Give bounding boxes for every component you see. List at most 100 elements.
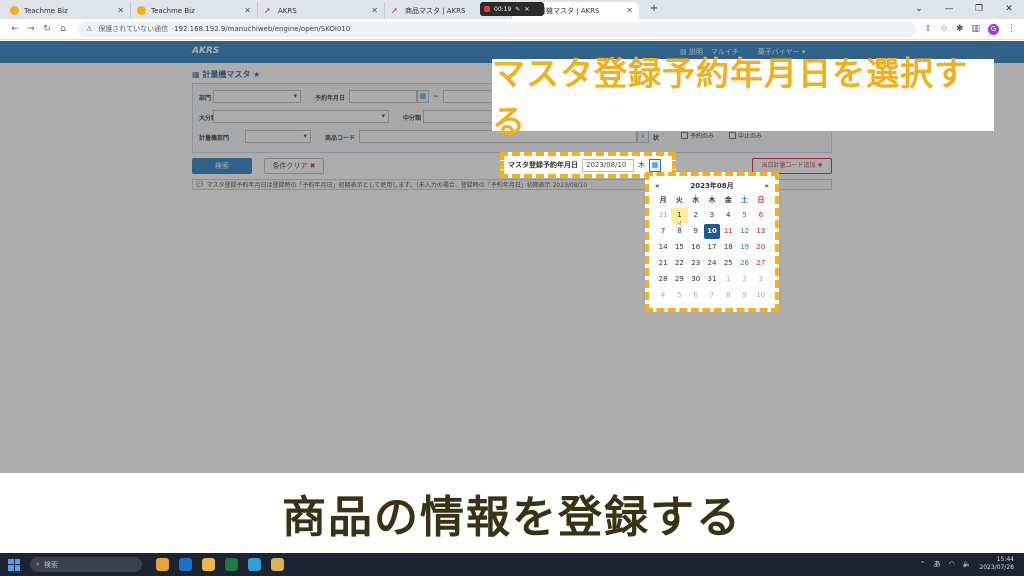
extensions-icon[interactable]: ✱ — [956, 24, 964, 34]
browser-tab[interactable]: Teachme Biz ✕ — [4, 2, 131, 19]
close-icon[interactable]: ✕ — [117, 6, 124, 15]
tab-title: Teachme Biz — [151, 6, 195, 15]
calendar-day[interactable]: 10 — [753, 288, 769, 303]
volume-icon[interactable]: 🔈 — [963, 560, 972, 568]
calendar-day[interactable]: 13 — [753, 224, 769, 239]
sidebar-icon[interactable]: ▥ — [971, 24, 980, 34]
calendar-day[interactable]: 22 — [671, 256, 687, 271]
minimize-icon[interactable]: — — [934, 0, 964, 19]
system-tray: ⌃ あ ◠ 🔈 15:44 2023/07/28 — [920, 556, 1014, 572]
chevron-down-icon[interactable]: ⌄ — [904, 0, 934, 19]
ime-indicator[interactable]: あ — [934, 559, 941, 569]
calendar-day[interactable]: 8 — [720, 288, 736, 303]
browser-tab[interactable]: Teachme Biz ✕ — [131, 2, 258, 19]
calendar-day[interactable]: 1 — [720, 272, 736, 287]
selected-day[interactable]: 10 — [703, 224, 721, 239]
window-controls: ⌄ — ❐ ✕ — [904, 0, 1024, 19]
calendar-day[interactable]: 20 — [753, 240, 769, 255]
url-field[interactable]: ⚠ 保護されていない通信 192.168.192.9/manuchiweb/en… — [78, 21, 917, 37]
tab-title: AKRS — [278, 6, 297, 15]
calendar-day[interactable]: 24 — [704, 256, 720, 271]
calendar-day[interactable]: 27 — [753, 256, 769, 271]
calendar-day[interactable]: 4 — [655, 288, 671, 303]
caption-banner: 商品の情報を登録する — [0, 473, 1024, 553]
calendar-day[interactable]: 15 — [671, 240, 687, 255]
calendar-day[interactable]: 18 — [720, 240, 736, 255]
calendar-day[interactable]: 3 — [753, 272, 769, 287]
calendar-day[interactable]: 7 — [655, 224, 671, 239]
calendar-day[interactable]: 5 — [736, 208, 752, 223]
taskbar: ⌕ 検索 ⌃ あ ◠ 🔈 15:44 2023/07/28 — [0, 553, 1024, 576]
clock[interactable]: 15:44 2023/07/28 — [979, 556, 1014, 572]
home-icon[interactable]: ⌂ — [56, 24, 70, 34]
pen-icon[interactable]: ✎ — [515, 6, 520, 13]
master-reserve-date-label: マスタ登録予約年月日 — [508, 161, 578, 169]
calendar-day[interactable]: 29 — [671, 272, 687, 287]
calendar-day[interactable]: 25 — [720, 256, 736, 271]
back-icon[interactable]: ← — [8, 24, 22, 34]
calendar-day[interactable]: 30 — [688, 272, 704, 287]
new-tab-icon[interactable]: + — [648, 3, 660, 15]
calendar-day[interactable]: 17 — [704, 240, 720, 255]
close-icon[interactable]: ✕ — [626, 6, 633, 15]
outlook-icon[interactable] — [179, 558, 192, 571]
calendar-day[interactable]: 26 — [736, 256, 752, 271]
prev-month-button[interactable]: « — [655, 182, 660, 190]
master-reserve-date-input[interactable]: 2023/08/10 — [582, 158, 634, 172]
hand-cursor-icon: ☝ — [676, 220, 683, 231]
calendar-day[interactable]: 28 — [655, 272, 671, 287]
url-text: 192.168.192.9/manuchiweb/engine/open/SKO… — [174, 25, 351, 33]
menu-icon[interactable]: ⋮ — [1007, 24, 1016, 34]
next-month-button[interactable]: » — [764, 182, 769, 190]
reload-icon[interactable]: ↻ — [40, 24, 54, 34]
weekday-header: 日 — [757, 196, 765, 204]
weekday-header: 水 — [692, 196, 700, 204]
recording-indicator[interactable]: 00:19 ✎ ✕ — [480, 2, 544, 16]
profile-avatar[interactable]: G — [988, 23, 999, 35]
calendar-day[interactable]: 16 — [688, 240, 704, 255]
forward-icon[interactable]: → — [24, 24, 38, 34]
calendar-day[interactable]: 9 — [736, 288, 752, 303]
calendar-day[interactable]: 19 — [736, 240, 752, 255]
calendar-day[interactable]: 21 — [655, 256, 671, 271]
browser-tab[interactable]: ➚ AKRS ✕ — [258, 2, 385, 19]
close-icon[interactable]: ✕ — [524, 6, 529, 13]
wifi-icon[interactable]: ◠ — [949, 560, 955, 568]
maximize-icon[interactable]: ❐ — [964, 0, 994, 19]
calendar-day[interactable]: 2 — [688, 208, 704, 223]
calendar-day[interactable]: 31 — [655, 208, 671, 223]
calendar-day[interactable]: 6 — [753, 208, 769, 223]
date-picker: « 2023年08月 » 月火水木金土日 31 1 2 3 4 5 6 7 8 9 10 11 12 13 1… — [645, 172, 779, 312]
close-icon[interactable]: ✕ — [371, 6, 378, 15]
calendar-day[interactable]: 9 — [688, 224, 704, 239]
taskbar-search[interactable]: ⌕ 検索 — [30, 557, 142, 572]
app-icon[interactable] — [271, 558, 284, 571]
warning-icon[interactable]: ⚠ — [86, 25, 92, 33]
chrome-icon[interactable] — [156, 558, 169, 571]
calendar-day[interactable]: 4 — [720, 208, 736, 223]
security-label: 保護されていない通信 — [98, 25, 169, 33]
excel-icon[interactable] — [225, 558, 238, 571]
calendar-day[interactable]: 7 — [704, 288, 720, 303]
calendar-icon[interactable]: ▦ — [649, 158, 661, 172]
calendar-day[interactable]: 5 — [671, 288, 687, 303]
calendar-day[interactable]: 14 — [655, 240, 671, 255]
windows-start-icon[interactable] — [8, 558, 20, 571]
calendar-day[interactable]: 23 — [688, 256, 704, 271]
instruction-callout: マスタ登録予約年月日を選択する — [492, 54, 994, 141]
close-icon[interactable]: ✕ — [244, 6, 251, 15]
browser-tab-bar: Teachme Biz ✕ Teachme Biz ✕ ➚ AKRS ✕ ➚ 商品マスタ … — [0, 0, 1024, 19]
close-icon[interactable]: ✕ — [994, 0, 1024, 19]
share-icon[interactable]: ⇪ — [924, 24, 932, 34]
folder-icon[interactable] — [202, 558, 215, 571]
calendar-day[interactable]: 12 — [736, 224, 752, 239]
star-icon[interactable]: ☆ — [940, 24, 948, 34]
calendar-day[interactable]: 11 — [720, 224, 736, 239]
calendar-day[interactable]: 31 — [704, 272, 720, 287]
calendar-day[interactable]: 6 — [688, 288, 704, 303]
chevron-up-icon[interactable]: ⌃ — [920, 560, 926, 568]
edge-icon[interactable] — [248, 558, 261, 571]
calendar-day[interactable]: 2 — [736, 272, 752, 287]
teachme-icon — [137, 6, 146, 15]
calendar-day[interactable]: 3 — [704, 208, 720, 223]
